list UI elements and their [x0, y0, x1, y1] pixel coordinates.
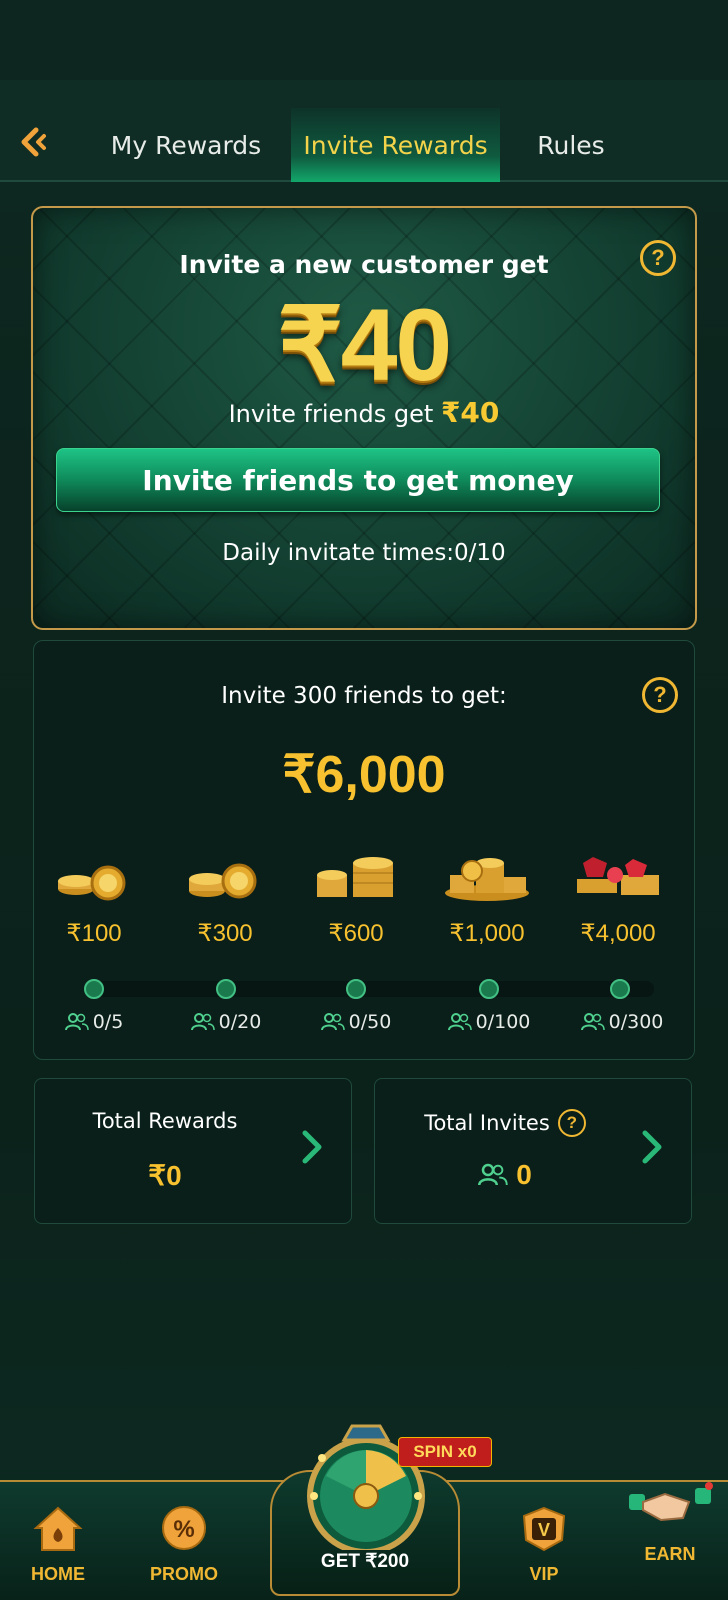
- daily-invite-times: Daily invitate times:0/10: [222, 540, 506, 566]
- coin-stack-icon: [34, 849, 154, 903]
- tab-rules[interactable]: Rules: [516, 108, 626, 182]
- home-icon: [33, 1506, 83, 1551]
- total-rewards-label: Total Rewards: [35, 1109, 295, 1133]
- tier-reward: ₹4,000: [580, 920, 656, 947]
- total-rewards-label-text: Total Rewards: [92, 1109, 238, 1133]
- nav-home-label: HOME: [31, 1564, 85, 1584]
- nav-home[interactable]: HOME: [8, 1504, 108, 1585]
- coin-stack-icon: [296, 849, 416, 903]
- hero-amount: ₹40: [277, 288, 452, 402]
- milestone-dot: [479, 979, 499, 999]
- progress-track: [94, 981, 654, 997]
- tab-my-rewards[interactable]: My Rewards: [96, 108, 276, 182]
- tier-progress: 0/5: [39, 1011, 149, 1033]
- friends-icon: [190, 1013, 215, 1031]
- tier-progress: 0/20: [171, 1011, 281, 1033]
- treasure-icon: [558, 849, 678, 903]
- tier-progress: 0/50: [301, 1011, 411, 1033]
- total-invites-value: 0: [375, 1159, 635, 1191]
- invite-hero-card: ? Invite a new customer get ₹40 Invite f…: [31, 206, 697, 630]
- milestone-dot: [84, 979, 104, 999]
- vip-badge-icon: V: [522, 1506, 566, 1552]
- handshake-icon: [629, 1482, 713, 1522]
- status-bar: [0, 0, 728, 80]
- tier-progress: 0/300: [567, 1011, 677, 1033]
- nav-promo-label: PROMO: [149, 1564, 218, 1584]
- chevron-right-icon[interactable]: [635, 1127, 669, 1167]
- tier-progress-text: 0/100: [475, 1011, 531, 1033]
- tier-progress-text: 0/20: [218, 1011, 262, 1033]
- hero-title: Invite a new customer get: [179, 250, 549, 279]
- tier-item: ₹300: [165, 849, 285, 948]
- coin-pile-icon: [427, 849, 547, 903]
- hero-subtitle-amount: ₹40: [440, 396, 500, 429]
- hero-subtitle-text: Invite friends get: [228, 400, 434, 428]
- tier-item: ₹4,000: [558, 849, 678, 948]
- tier-progress-text: 0/50: [348, 1011, 392, 1033]
- tier-reward: ₹1,000: [449, 920, 525, 947]
- friends-icon: [320, 1013, 345, 1031]
- total-invites-value-text: 0: [516, 1159, 532, 1190]
- get-bonus-label: GET ₹200: [320, 1551, 410, 1572]
- milestone-amount: ₹6,000: [282, 746, 446, 804]
- invite-friends-button[interactable]: Invite friends to get money: [56, 448, 660, 512]
- tier-progress-text: 0/5: [92, 1011, 124, 1033]
- friends-icon: [580, 1013, 605, 1031]
- vip-glyph: V: [538, 1520, 550, 1540]
- total-invites-card[interactable]: Total Invites ? 0: [374, 1078, 692, 1224]
- tier-reward: ₹100: [66, 920, 122, 947]
- milestone-title: Invite 300 friends to get:: [221, 683, 507, 709]
- nav-promo[interactable]: % PROMO: [134, 1504, 234, 1585]
- tier-reward: ₹300: [197, 920, 253, 947]
- tier-progress-text: 0/300: [608, 1011, 664, 1033]
- tab-invite-rewards[interactable]: Invite Rewards: [291, 108, 500, 182]
- spin-count-badge: SPIN x0: [398, 1437, 492, 1467]
- help-icon[interactable]: ?: [557, 1109, 586, 1137]
- total-rewards-value: ₹0: [35, 1159, 295, 1192]
- promo-icon: %: [162, 1506, 206, 1550]
- milestone-card: ? Invite 300 friends to get: ₹6,000 ₹100…: [33, 640, 695, 1060]
- hero-subtitle: Invite friends get ₹40: [33, 396, 695, 429]
- nav-earn-label: EARN: [644, 1544, 696, 1564]
- friends-icon: [447, 1013, 472, 1031]
- total-rewards-card[interactable]: Total Rewards ₹0: [34, 1078, 352, 1224]
- promo-glyph: %: [173, 1516, 194, 1543]
- coin-stack-icon: [165, 849, 285, 903]
- tab-bar: My Rewards Invite Rewards Rules: [0, 80, 728, 182]
- nav-vip[interactable]: V VIP: [494, 1504, 594, 1585]
- back-arrow-icon[interactable]: [14, 122, 54, 162]
- total-invites-label: Total Invites ?: [375, 1109, 635, 1137]
- total-invites-label-text: Total Invites: [424, 1111, 550, 1135]
- milestone-dot: [610, 979, 630, 999]
- tier-item: ₹1,000: [427, 849, 547, 948]
- friends-icon: [478, 1163, 508, 1186]
- total-rewards-value-text: ₹0: [148, 1160, 182, 1191]
- nav-vip-label: VIP: [529, 1564, 559, 1584]
- friends-icon: [64, 1013, 89, 1031]
- chevron-right-icon[interactable]: [295, 1127, 329, 1167]
- tier-item: ₹100: [34, 849, 154, 948]
- milestone-dot: [216, 979, 236, 999]
- tier-reward: ₹600: [328, 920, 384, 947]
- nav-earn[interactable]: EARN: [620, 1482, 720, 1565]
- milestone-dot: [346, 979, 366, 999]
- tier-progress: 0/100: [434, 1011, 544, 1033]
- tier-item: ₹600: [296, 849, 416, 948]
